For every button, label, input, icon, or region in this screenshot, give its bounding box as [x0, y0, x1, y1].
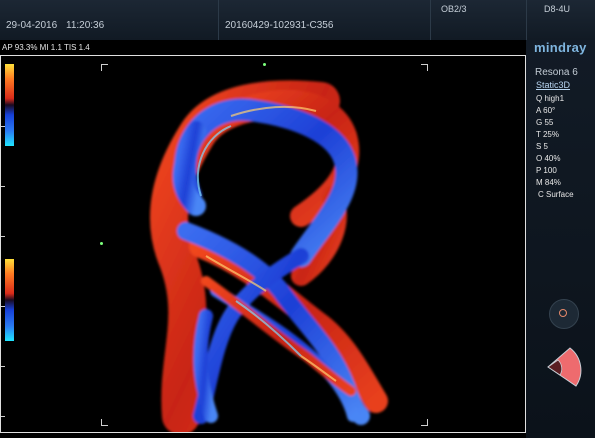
divider: [430, 0, 431, 40]
divider: [526, 0, 527, 40]
volume-render-viewport[interactable]: [0, 55, 526, 433]
param-power: P 100: [536, 166, 557, 175]
brand-logo: mindray: [534, 40, 587, 55]
probe-sector-icon: [547, 347, 582, 387]
trackball-knob-icon[interactable]: [549, 299, 579, 329]
param-mix: M 84%: [536, 178, 561, 187]
preset-label: OB2/3: [441, 4, 467, 14]
divider: [218, 0, 219, 40]
param-threshold: T 25%: [536, 130, 559, 139]
probe-label: D8-4U: [544, 4, 571, 14]
top-info-bar: 29-04-2016 11:20:36 20160429-102931-C356…: [0, 0, 595, 40]
exam-time: 11:20:36: [66, 20, 105, 31]
param-quality: Q high1: [536, 94, 565, 103]
exam-id: 20160429-102931-C356: [225, 20, 334, 31]
imaging-mode-link[interactable]: Static3D: [536, 80, 570, 90]
vessel-volume-render: [149, 80, 388, 432]
param-smooth: S 5: [536, 142, 549, 151]
system-model: Resona 6: [535, 67, 578, 78]
param-gain: G 55: [536, 118, 554, 127]
acoustic-output-readout: AP 93.3% MI 1.1 TIS 1.4: [2, 43, 90, 52]
parameter-panel: mindray Resona 6 Static3D Q high1 A 60° …: [526, 40, 595, 438]
param-color-surface: C Surface: [538, 190, 574, 199]
param-opacity: O 40%: [536, 154, 561, 163]
exam-date: 29-04-2016: [6, 20, 58, 31]
param-angle: A 60°: [536, 106, 556, 115]
knob-indicator: [559, 309, 567, 317]
